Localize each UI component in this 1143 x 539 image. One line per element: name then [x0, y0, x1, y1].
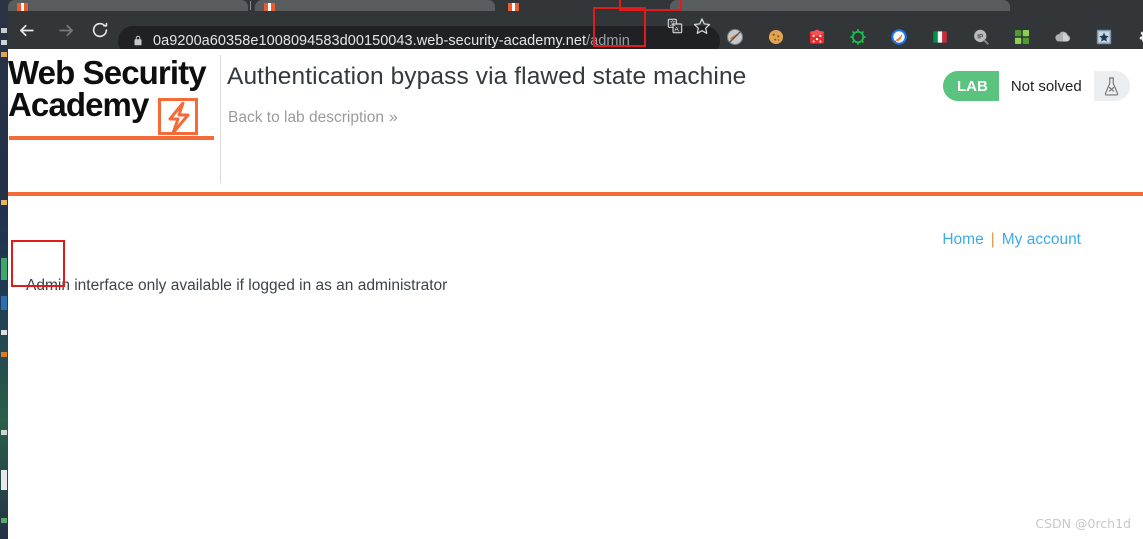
star-box-icon[interactable]: [1095, 28, 1113, 46]
browser-tab[interactable]: [255, 0, 495, 11]
flask-icon: [1093, 71, 1130, 101]
logo-underline: [9, 136, 214, 140]
header-divider: [220, 55, 221, 183]
back-link-label: Back to lab description: [228, 109, 384, 126]
forward-arrow-icon: [54, 18, 78, 42]
web-security-academy-logo[interactable]: Web Security Academy: [8, 54, 216, 140]
url-text: 0a9200a60358e1008094583d00150043.web-sec…: [153, 33, 630, 49]
url-host: 0a9200a60358e1008094583d00150043.web-sec…: [153, 33, 587, 49]
link-separator: |: [990, 231, 995, 248]
lock-icon: [132, 34, 144, 48]
browser-tab[interactable]: [8, 0, 248, 11]
status-badge-tag: LAB: [943, 71, 999, 101]
chevron-right-icon: »: [388, 109, 398, 126]
reload-icon[interactable]: [88, 18, 112, 42]
status-badge[interactable]: LAB Not solved: [943, 71, 1130, 101]
my-account-link[interactable]: My account: [1002, 231, 1081, 248]
url-path: /admin: [586, 33, 630, 49]
browser-toolbar: 0a9200a60358e1008094583d00150043.web-sec…: [0, 11, 1143, 56]
page-viewport: Web Security Academy Authentication bypa…: [8, 49, 1143, 539]
back-arrow-icon[interactable]: [14, 18, 38, 42]
italy-flag-icon[interactable]: [931, 28, 949, 46]
tab-strip: [0, 0, 1143, 11]
cookie-editor-icon[interactable]: [767, 28, 785, 46]
brush-circle-icon[interactable]: [890, 28, 908, 46]
burp-icon: [264, 3, 275, 11]
back-to-lab-description-link[interactable]: Back to lab description»: [228, 109, 398, 127]
burp-icon: [508, 3, 519, 11]
home-link[interactable]: Home: [942, 231, 983, 248]
gear-outline-icon[interactable]: [849, 28, 867, 46]
status-badge-value: Not solved: [998, 71, 1094, 101]
svg-text:A: A: [674, 26, 679, 33]
accent-divider: [8, 192, 1143, 196]
background-window-edge: [0, 0, 8, 539]
lab-header: Web Security Academy Authentication bypa…: [8, 49, 1143, 196]
translate-icon[interactable]: A 文: [665, 16, 685, 36]
page-title: Authentication bypass via flawed state m…: [227, 63, 747, 90]
svg-text:文: 文: [670, 19, 676, 27]
star-icon[interactable]: [692, 16, 712, 36]
qr-code-icon[interactable]: [1013, 28, 1031, 46]
tab-separator: [250, 1, 251, 10]
svg-text:IP: IP: [977, 34, 983, 41]
browser-tab-active[interactable]: [497, 0, 667, 11]
lightning-bolt-icon: [158, 98, 198, 135]
watermark: CSDN @0rch1d: [1035, 516, 1131, 531]
dice-icon[interactable]: [808, 28, 826, 46]
burp-icon: [17, 3, 28, 11]
noscript-icon[interactable]: [726, 28, 744, 46]
ip-lookup-icon[interactable]: IP: [972, 28, 990, 46]
top-navigation-links: Home | My account: [942, 231, 1081, 249]
admin-interface-message: Admin interface only available if logged…: [26, 277, 448, 294]
logo-line-1: Web Security: [8, 54, 207, 91]
cloud-icon[interactable]: [1054, 28, 1072, 46]
puzzle-icon[interactable]: [1136, 28, 1143, 46]
browser-tab[interactable]: [670, 0, 1010, 11]
